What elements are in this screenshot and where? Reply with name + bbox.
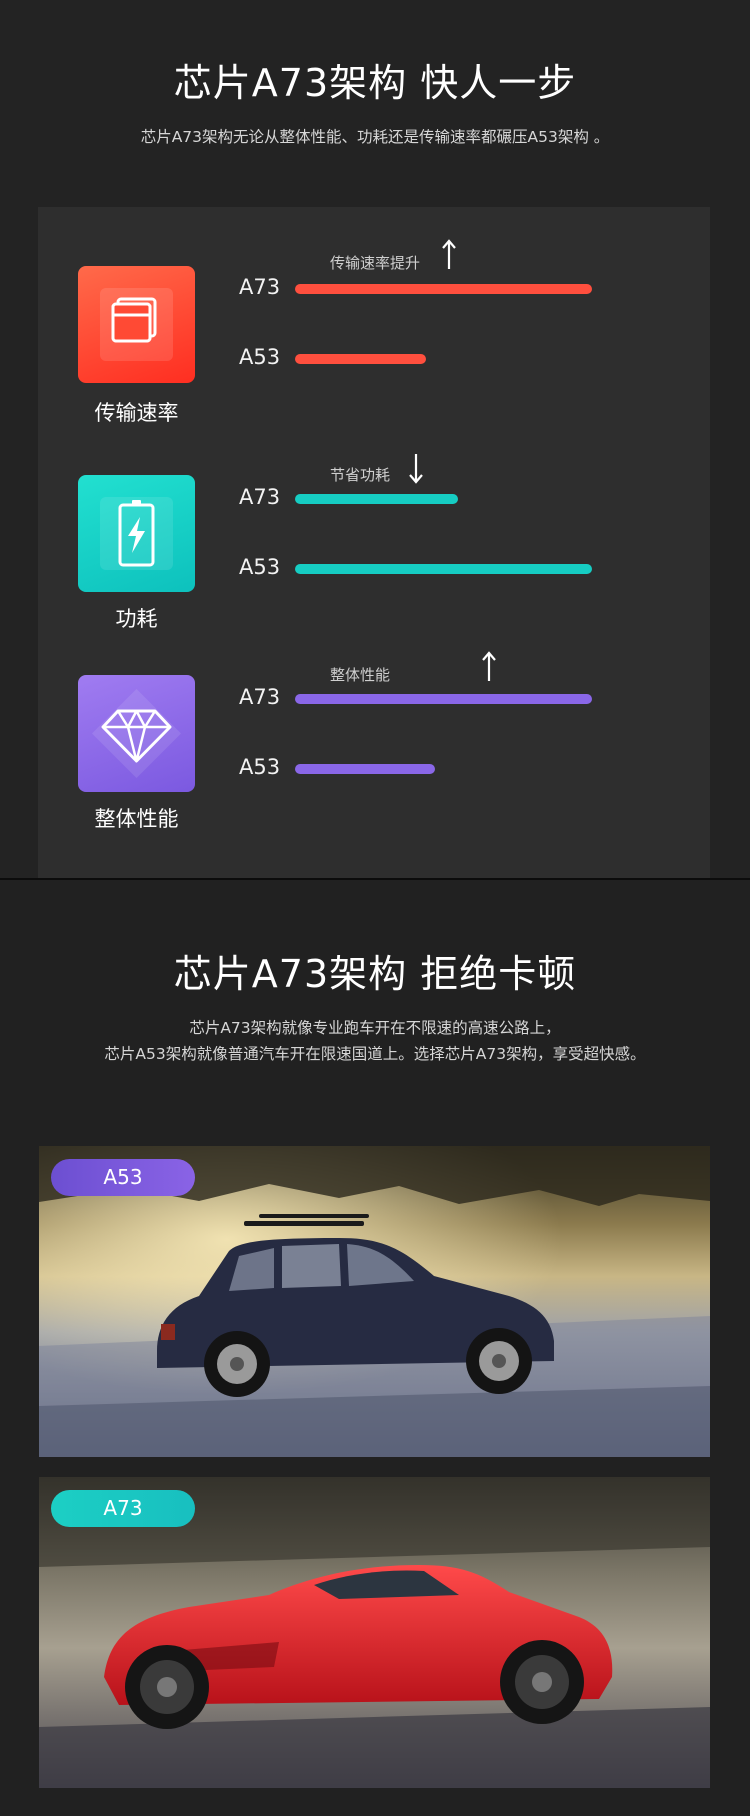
metric-bar <box>295 494 458 504</box>
chip-label: A53 <box>239 345 281 369</box>
sports-car-photo: A73 <box>39 1477 710 1788</box>
metric-note-transfer: 传输速率提升 <box>330 254 421 272</box>
down-arrow-icon <box>409 454 423 484</box>
chip-tag-a53: A53 <box>51 1159 195 1196</box>
section-title: 芯片A73架构 拒绝卡顿 <box>173 952 577 996</box>
up-arrow-icon <box>482 651 496 681</box>
section-description-line2: 芯片A53架构就像普通汽车开在限速国道上。选择芯片A73架构，享受超快感。 <box>104 1045 646 1063</box>
metric-bar <box>295 694 592 704</box>
performance-section: 芯片A73架构 快人一步 芯片A73架构无论从整体性能、功耗还是传输速率都碾压A… <box>0 0 750 878</box>
metric-label-performance: 整体性能 <box>94 807 179 831</box>
chip-label: A53 <box>239 755 281 779</box>
battery-icon <box>78 475 195 592</box>
section-divider <box>0 878 750 880</box>
metric-bar <box>295 354 426 364</box>
chip-tag-a73: A73 <box>51 1490 195 1527</box>
metric-bar <box>295 764 435 774</box>
chip-label: A73 <box>239 275 281 299</box>
section-title: 芯片A73架构 快人一步 <box>173 61 577 105</box>
chip-label: A73 <box>239 685 281 709</box>
section-subtitle: 芯片A73架构无论从整体性能、功耗还是传输速率都碾压A53架构 。 <box>140 128 610 146</box>
metric-bar <box>295 284 592 294</box>
chip-label: A73 <box>239 485 281 509</box>
metric-note-power: 节省功耗 <box>330 466 391 484</box>
diamond-icon <box>78 675 195 792</box>
comparison-panel: 传输速率 传输速率提升 A73 A53 功耗 节省功耗 A73 A53 整体性能… <box>38 207 710 878</box>
chip-label: A53 <box>239 555 281 579</box>
up-arrow-icon <box>442 239 456 269</box>
metric-note-performance: 整体性能 <box>330 666 391 684</box>
window-stack-icon <box>78 266 195 383</box>
metric-bar <box>295 564 592 574</box>
metric-label-transfer: 传输速率 <box>94 401 179 425</box>
metric-label-power: 功耗 <box>115 607 158 631</box>
hatchback-car-photo: A53 <box>39 1146 710 1457</box>
